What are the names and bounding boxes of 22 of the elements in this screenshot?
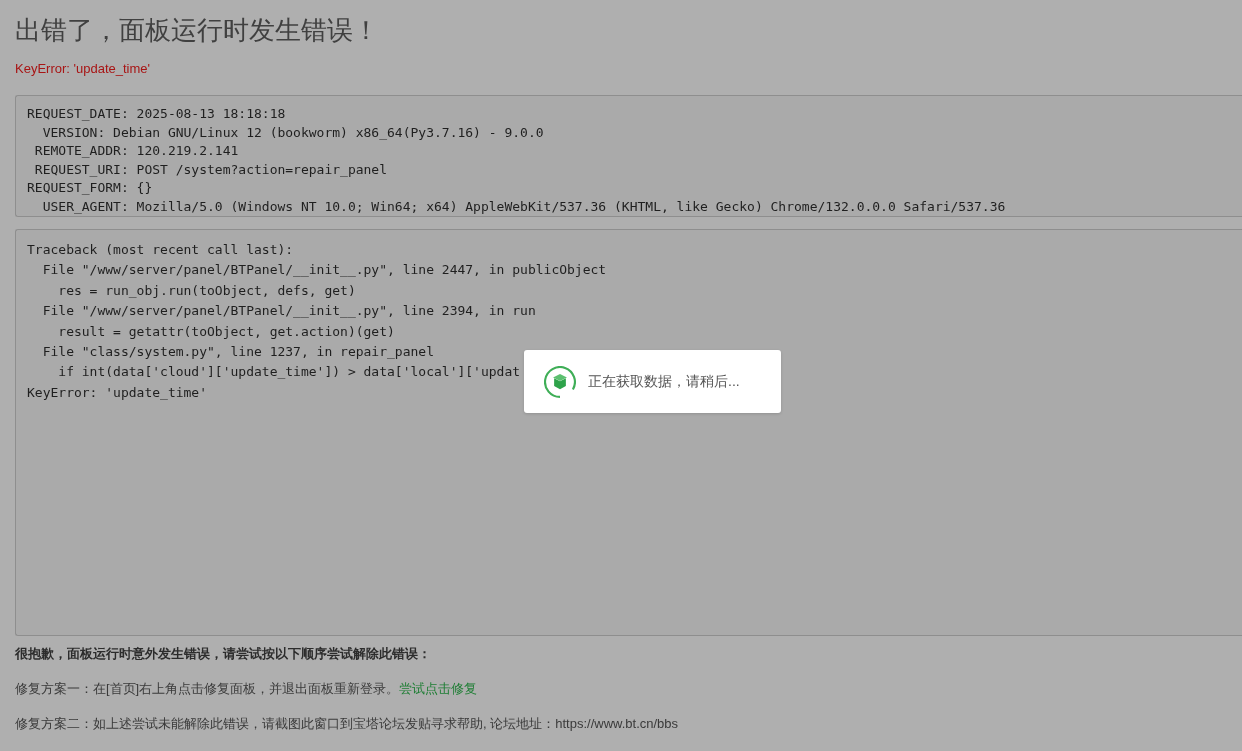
code-line: res = run_obj.run(toObject, defs, get) bbox=[57, 281, 356, 300]
code-line: File "/www/server/panel/BTPanel/__init__.py", line 2447, in publicObject bbox=[41, 261, 607, 280]
code-line: REQUEST_DATE: 2025-08-13 18:18:18 bbox=[27, 105, 286, 123]
code-line: REQUEST_FORM: {} bbox=[27, 179, 153, 197]
code-line: Traceback (most recent call last): bbox=[27, 241, 294, 259]
code-line: REMOTE_ADDR: 120.219.2.141 bbox=[33, 142, 239, 160]
code-line: File "/www/server/panel/BTPanel/__init__.py", line 2394, in run bbox=[41, 302, 536, 321]
code-line: File "class/system.py", line 1237, in repair_panel bbox=[41, 343, 434, 362]
code-line: if int(data['cloud']['update_time']) > data['local']['updat bbox=[57, 363, 521, 382]
code-line: result = getattr(toObject, get.action)(get) bbox=[57, 322, 395, 341]
repair-link[interactable]: 尝试点击修复 bbox=[399, 681, 478, 696]
error-message: KeyError: 'update_time' bbox=[15, 60, 151, 78]
code-line: KeyError: 'update_time' bbox=[27, 383, 207, 402]
solution-text: 修复方案二：如上述尝试未能解除此错误，请截图此窗口到宝塔论坛发贴寻求帮助, 论坛地址：https://www.bt.cn/bbs bbox=[15, 715, 679, 733]
help-heading: 很抱歉，面板运行时意外发生错误，请尝试按以下顺序尝试解除此错误： bbox=[15, 645, 431, 663]
code-line: VERSION: Debian GNU/Linux 12 (bookworm) x86_64(Py3.7.16) - 9.0.0 bbox=[41, 123, 544, 142]
loading-message: 正在获取数据，请稍后... bbox=[588, 372, 740, 391]
solution-text: 修复方案一：在[首页]右上角点击修复面板，并退出面板重新登录。尝试点击修复 bbox=[15, 680, 478, 698]
code-line: USER_AGENT: Mozilla/5.0 (Windows NT 10.0; Win64; x64) AppleWebKit/537.36 (KHTML, like Gecko) Chrome/132.0.0.0 Safari/537.36 bbox=[41, 197, 1006, 216]
code-line: REQUEST_URI: POST /system?action=repair_panel bbox=[33, 160, 388, 179]
loading-spinner-icon bbox=[544, 365, 576, 398]
page-title: 出错了，面板运行时发生错误！ bbox=[15, 14, 379, 46]
